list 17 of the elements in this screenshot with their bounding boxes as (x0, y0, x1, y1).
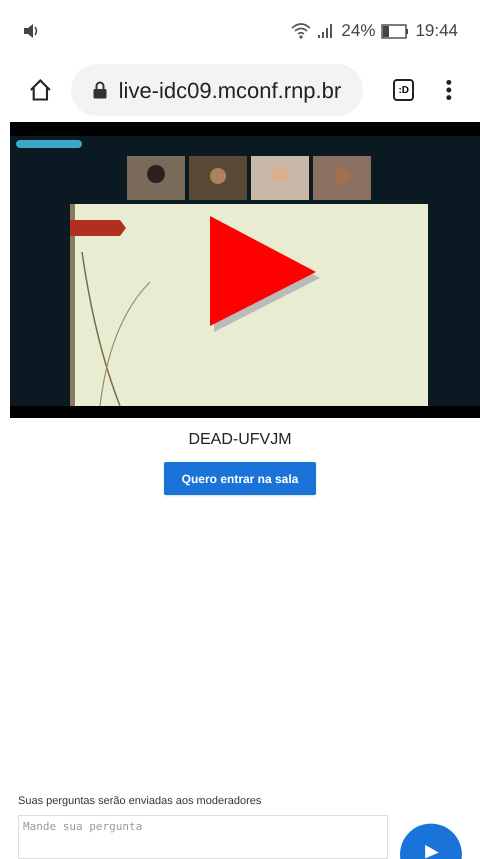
menu-icon[interactable] (446, 79, 452, 101)
speaker-icon (22, 23, 40, 39)
address-bar[interactable]: live-idc09.mconf.rnp.br (70, 64, 364, 116)
clock-time: 19:44 (415, 20, 458, 42)
url-text: live-idc09.mconf.rnp.br (118, 76, 342, 105)
wifi-icon (291, 22, 312, 40)
battery-icon (381, 24, 410, 38)
play-icon[interactable] (210, 216, 322, 332)
tab-switcher[interactable]: :D (393, 79, 414, 101)
question-field[interactable]: Mande sua pergunta (18, 815, 388, 859)
send-button[interactable] (400, 823, 462, 859)
stream-title: DEAD-UFVJM (188, 430, 292, 450)
battery-percent: 24% (341, 20, 376, 42)
join-room-button[interactable]: Quero entrar na sala (164, 462, 316, 495)
lock-icon (92, 81, 107, 99)
home-icon[interactable] (28, 78, 53, 102)
question-hint: Suas perguntas serão enviadas aos moderadores (18, 794, 262, 808)
